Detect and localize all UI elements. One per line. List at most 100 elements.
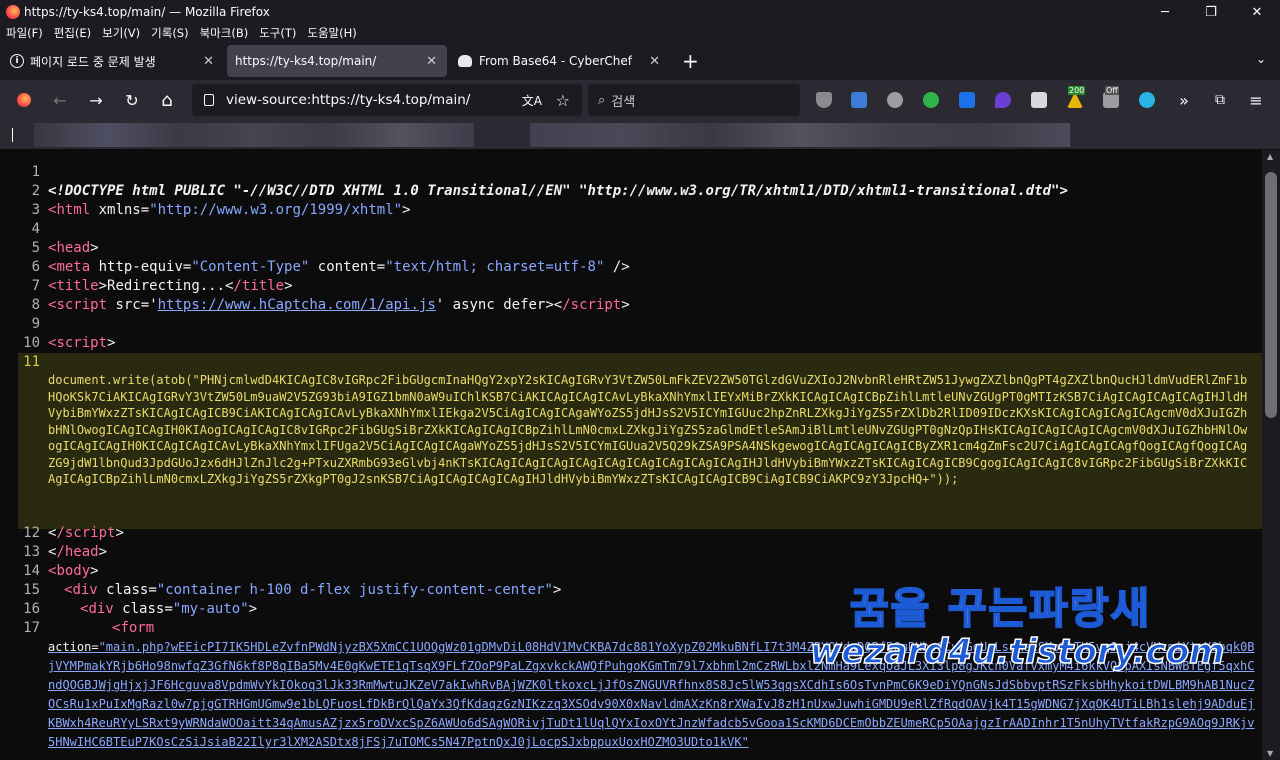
attr-value: "http://www.w3.org/1999/xhtml" [149, 202, 403, 218]
forward-icon[interactable]: → [86, 80, 106, 120]
attr-value: "text/html; charset=utf-8" [385, 259, 605, 275]
tab-main-site[interactable]: https://ty-ks4.top/main/ ✕ [227, 45, 447, 77]
line-number: 16 [23, 601, 40, 617]
search-placeholder: 검색 [611, 94, 636, 110]
chat-ext-icon[interactable] [1139, 92, 1155, 108]
url-text: view-source:https://ty-ks4.top/main/ [226, 92, 471, 108]
body-open-line: <body> [48, 563, 99, 579]
tag-name: body [56, 563, 91, 579]
home-icon[interactable]: ⌂ [157, 80, 177, 120]
meta-line: <meta http-equiv="Content-Type" content=… [48, 259, 630, 275]
firefox-view-icon[interactable] [14, 80, 34, 120]
extensions-icon[interactable]: ⧉ [1210, 80, 1230, 120]
base64-javascript: document.write(atob("PHNjcmlwdD4KICAgIC8… [48, 373, 1248, 486]
tag-name: form [120, 620, 155, 636]
url-bar[interactable]: view-source:https://ty-ks4.top/main/ 文A … [192, 84, 582, 116]
tag-name: /title [233, 278, 285, 294]
form-open-line: <form [112, 620, 155, 636]
tag-name: script [56, 335, 108, 351]
view-source-content: 1 2 3 4 5 6 7 8 9 10 11 12 13 14 15 16 1… [0, 150, 1280, 760]
attr-value: "my-auto" [172, 601, 249, 617]
search-icon: ⌕ [598, 92, 606, 108]
window-title: https://ty-ks4.top/main/ — Mozilla Firef… [24, 5, 270, 19]
menu-help[interactable]: 도움말(H) [307, 25, 356, 41]
doctype-line: <!DOCTYPE html PUBLIC "-//W3C//DTD XHTML… [48, 183, 1068, 199]
search-bar[interactable]: ⌕ 검색 [588, 84, 800, 116]
head-open-line: <head> [48, 240, 99, 256]
watermark-korean-logo: 꿈을 꾸는파랑새 [849, 583, 1152, 634]
title-bar: https://ty-ks4.top/main/ — Mozilla Firef… [0, 0, 1280, 24]
translate-ext-icon[interactable] [851, 92, 867, 108]
line-number: 12 [23, 525, 40, 541]
minimize-icon[interactable]: ─ [1142, 0, 1188, 24]
hcaptcha-link[interactable]: https://www.hCaptcha.com/1/api.js [158, 297, 436, 313]
translate-icon[interactable]: 文A [522, 92, 542, 109]
tab-load-error[interactable]: i 페이지 로드 중 문제 발생 ✕ [2, 45, 224, 77]
n-ext-icon[interactable] [923, 92, 939, 108]
info-icon: i [10, 54, 24, 68]
attr-name: class [122, 601, 165, 617]
app-menu-icon[interactable]: ≡ [1246, 80, 1266, 120]
vertical-scrollbar[interactable]: ▲ ▼ [1262, 150, 1280, 760]
shield-ext-icon[interactable] [959, 92, 975, 108]
reload-icon[interactable]: ↻ [122, 80, 142, 120]
back-icon[interactable]: ← [50, 80, 70, 120]
more-extensions-icon[interactable]: » [1174, 80, 1194, 120]
script-src-line: <script src='https://www.hCaptcha.com/1/… [48, 297, 630, 313]
line-number: 7 [31, 278, 40, 294]
bookmarks-toolbar [0, 120, 1280, 150]
scroll-down-icon[interactable]: ▼ [1267, 749, 1273, 758]
menu-tools[interactable]: 도구(T) [259, 25, 296, 41]
navigation-toolbar: ← → ↻ ⌂ view-source:https://ty-ks4.top/m… [0, 80, 1280, 120]
line-number: 15 [23, 582, 40, 598]
scroll-up-icon[interactable]: ▲ [1267, 152, 1273, 161]
bitwarden-icon[interactable] [1031, 92, 1047, 108]
tag-name: /script [56, 525, 116, 541]
maximize-icon[interactable]: ❐ [1188, 0, 1234, 24]
menu-bar: 파일(F) 편집(E) 보기(V) 기록(S) 북마크(B) 도구(T) 도움말… [0, 24, 1280, 42]
gem-ext-icon[interactable] [995, 92, 1011, 108]
watermark-url-logo: wezard4u.tistory.com [809, 631, 1225, 673]
firefox-logo-icon [6, 5, 20, 19]
title-line: <title>Redirecting...</title> [48, 278, 293, 294]
line-number: 14 [23, 563, 40, 579]
attr-name: xmlns [98, 202, 141, 218]
list-all-tabs-icon[interactable]: ⌄ [1256, 52, 1266, 66]
script-close-line: </script> [48, 525, 124, 541]
menu-history[interactable]: 기록(S) [151, 25, 188, 41]
tab-close-icon[interactable]: ✕ [203, 54, 214, 69]
quote: ' [149, 297, 158, 313]
tab-close-icon[interactable]: ✕ [649, 54, 660, 69]
line-number: 10 [23, 335, 40, 351]
blurred-bookmarks [530, 123, 1070, 147]
tag-close: /> [604, 259, 630, 275]
attr-name: http-equiv [98, 259, 183, 275]
tag-name: title [56, 278, 99, 294]
tab-cyberchef[interactable]: From Base64 - CyberChef ✕ [450, 45, 670, 77]
html-open-line: <html xmlns="http://www.w3.org/1999/xhtm… [48, 202, 411, 218]
menu-file[interactable]: 파일(F) [6, 25, 43, 41]
head-close-line: </head> [48, 544, 108, 560]
menu-bookmarks[interactable]: 북마크(B) [200, 25, 249, 41]
close-window-icon[interactable]: ✕ [1234, 0, 1280, 24]
tab-close-icon[interactable]: ✕ [426, 54, 437, 69]
attr-name: action= [48, 640, 99, 654]
bookmark-star-icon[interactable]: ☆ [556, 91, 570, 110]
menu-view[interactable]: 보기(V) [102, 25, 140, 41]
attr-name: content [317, 259, 377, 275]
attr-name: class [106, 582, 149, 598]
menu-edit[interactable]: 편집(E) [54, 25, 91, 41]
scrollbar-thumb[interactable] [1265, 172, 1277, 418]
tag-name: /head [56, 544, 99, 560]
quote: ' [435, 297, 445, 313]
new-tab-button[interactable]: + [682, 49, 699, 73]
tag-name: div [72, 582, 98, 598]
puzzle-ext-icon[interactable] [887, 92, 903, 108]
tab-label: https://ty-ks4.top/main/ [235, 54, 377, 68]
line-number: 11 [23, 354, 40, 370]
badge-off: Off [1105, 86, 1119, 95]
tag-name: meta [56, 259, 91, 275]
ublock-icon[interactable] [816, 92, 832, 108]
window-controls: ─ ❐ ✕ [1142, 0, 1280, 24]
line-number: 13 [23, 544, 40, 560]
